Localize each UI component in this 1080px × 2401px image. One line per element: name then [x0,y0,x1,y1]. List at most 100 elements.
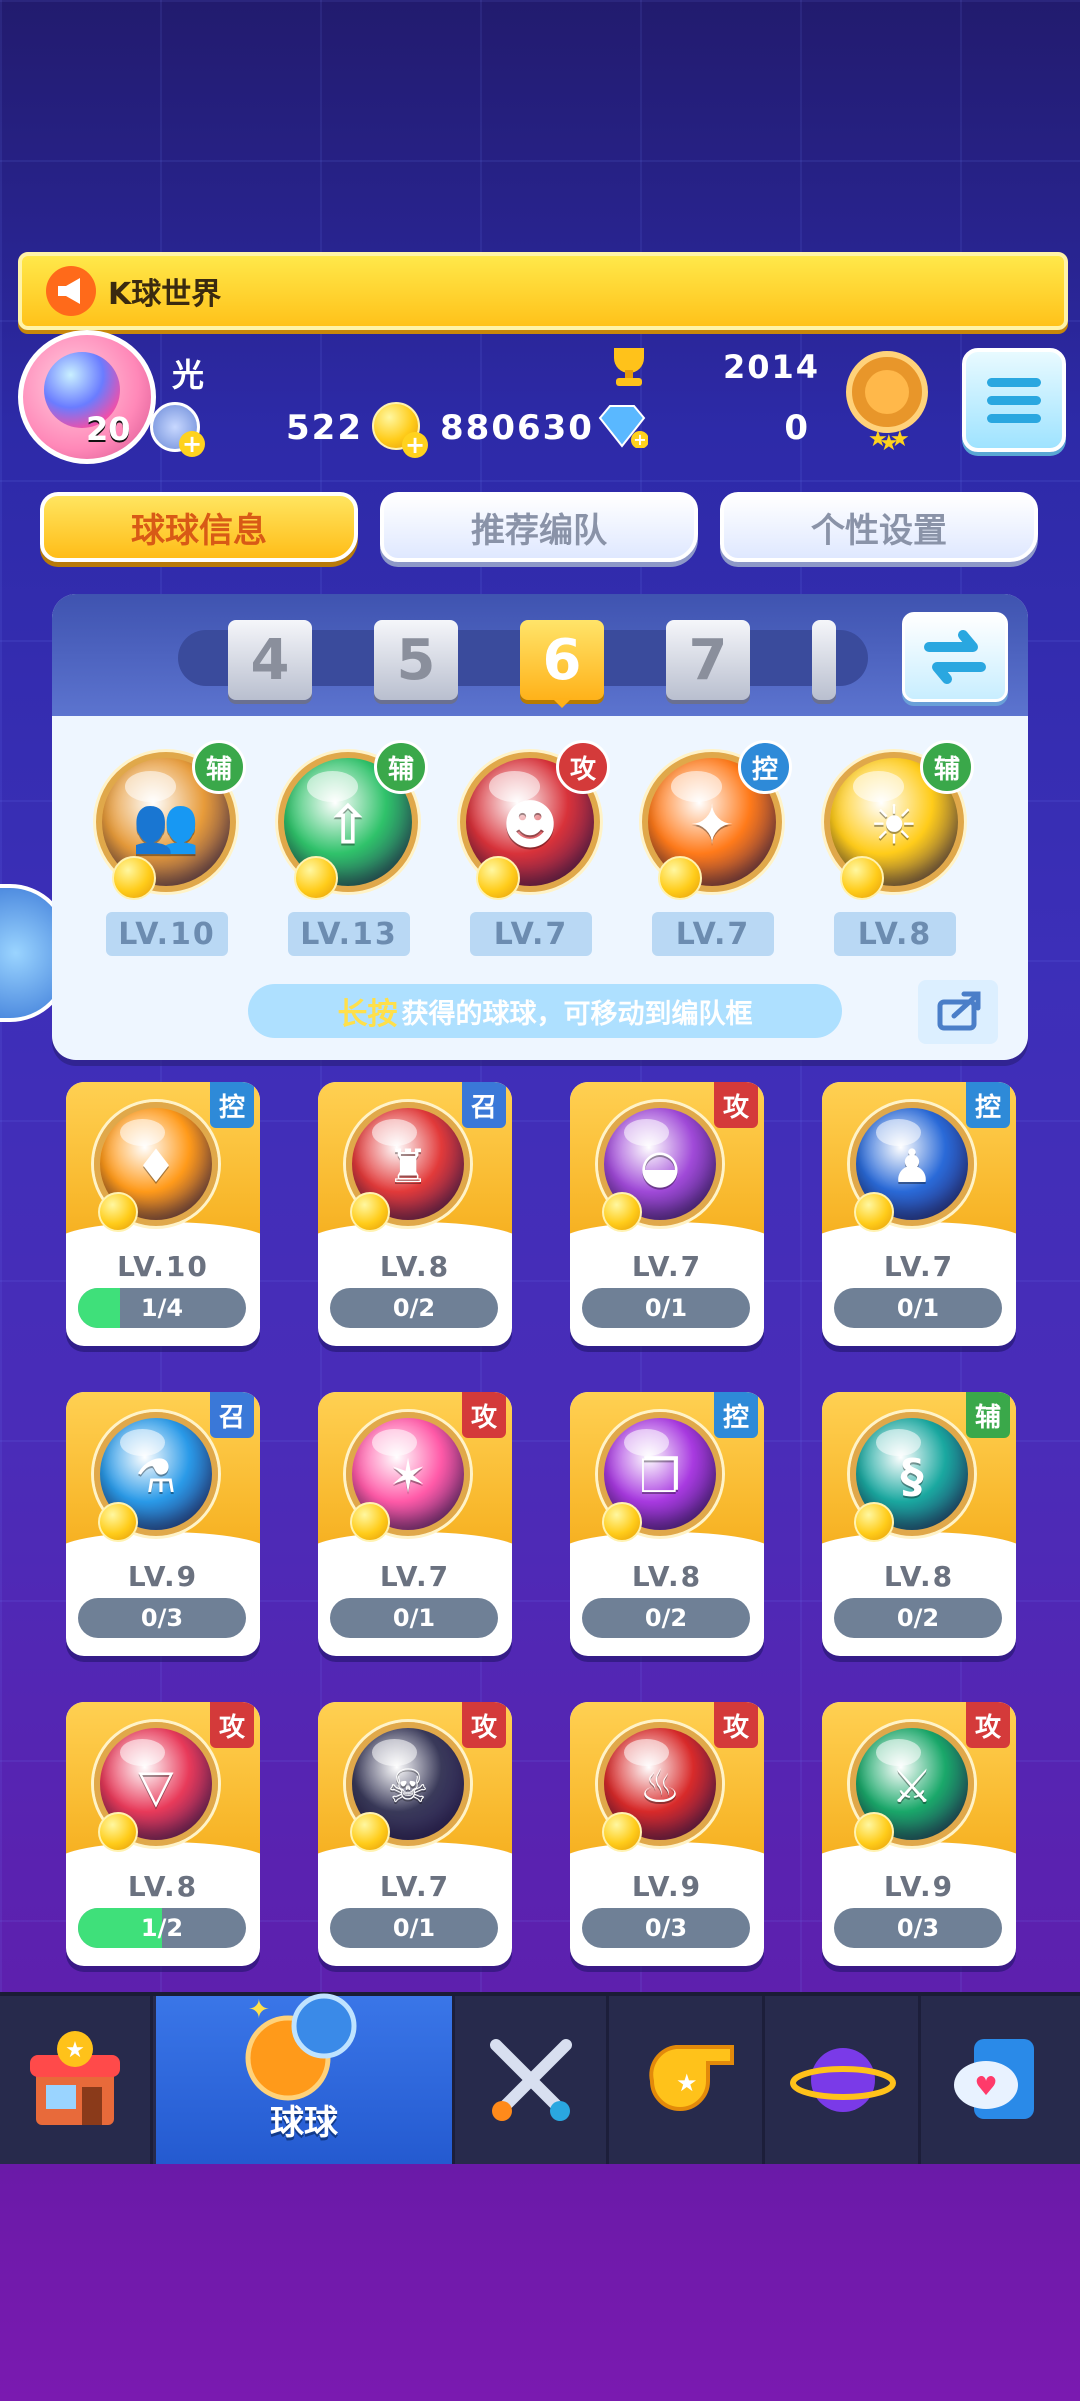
ball-level: LV.9 [883,1870,955,1903]
diamond-icon[interactable]: + [596,404,648,448]
megaphone-icon [46,266,96,316]
upgrade-progress: 0/1 [330,1598,498,1638]
team-ball-level: LV.7 [652,912,774,956]
nav-balls[interactable]: ✦ 球球 [156,1993,455,2164]
coin-icon [350,1192,390,1232]
ball-type-tag: 辅 [374,740,428,794]
upgrade-progress-text: 0/2 [896,1604,940,1632]
upgrade-progress: 0/2 [834,1598,1002,1638]
drag-tip: 长按 获得的球球，可移动到编队框 [248,984,842,1038]
nav-battle[interactable] [456,1996,609,2164]
upgrade-progress: 0/1 [834,1288,1002,1328]
upgrade-progress-text: 0/1 [392,1604,436,1632]
tab-personal-settings[interactable]: 个性设置 [720,492,1038,562]
tab-recommended-team[interactable]: 推荐编队 [380,492,698,562]
announcement-banner[interactable]: K球世界 [18,252,1068,330]
ball-card[interactable]: 召 ⚗ LV.9 0/3 [66,1392,260,1656]
team-ball-5[interactable]: ☀ 辅 [820,740,974,900]
chat-heart-icon: ♥ [954,2039,1034,2119]
ball-level: LV.9 [631,1870,703,1903]
phoenix-icon: ♨ [639,1759,681,1814]
tip-highlight: 长按 [337,997,398,1032]
team-slot-6[interactable]: 6 [520,620,604,708]
ball-level: LV.9 [127,1560,199,1593]
share-icon [937,991,981,1031]
rank-badge-icon[interactable]: ★ ★ ★ [842,346,932,456]
swap-team-button[interactable] [902,612,1008,702]
player-avatar[interactable] [6,322,156,464]
player-level: 20 [86,410,131,448]
ball-type-tag: 攻 [556,740,610,794]
ball-level: LV.7 [379,1870,451,1903]
nav-shop[interactable]: ★ [0,1996,153,2164]
arrow-up-icon: ⇧ [325,793,371,857]
bottom-nav: ★ ✦ 球球 ★ ♥ [0,1992,1080,2164]
ball-card[interactable]: 攻 ⚔ LV.9 0/3 [822,1702,1016,1966]
upgrade-progress-text: 1/2 [140,1914,184,1942]
share-button[interactable] [918,980,998,1044]
ball-card[interactable]: 召 ♜ LV.8 0/2 [318,1082,512,1346]
ball-card[interactable]: 攻 ◒ LV.7 0/1 [570,1082,764,1346]
nav-planet[interactable] [768,1996,921,2164]
coin-icon [98,1192,138,1232]
upgrade-progress-text: 1/4 [140,1294,184,1322]
hero-icon: ♟ [891,1139,933,1194]
exp-add-button[interactable]: + [150,402,205,457]
team-ball-2[interactable]: ⇧ 辅 [274,740,428,900]
crystal-icon: ✶ [388,1449,428,1504]
ball-level: LV.7 [883,1250,955,1283]
venom-icon: ☠ [387,1759,429,1814]
ball-card[interactable]: 攻 ✶ LV.7 0/1 [318,1392,512,1656]
upgrade-progress: 0/1 [330,1908,498,1948]
team-slot-5[interactable]: 5 [374,620,458,700]
ball-level: LV.10 [117,1250,209,1283]
ball-card[interactable]: 攻 ♨ LV.9 0/3 [570,1702,764,1966]
upgrade-progress: 0/2 [582,1598,750,1638]
team-slot-7[interactable]: 7 [666,620,750,700]
team-slot-more[interactable] [812,620,836,700]
ball-card[interactable]: 攻 ☠ LV.7 0/1 [318,1702,512,1966]
player-name: 光 [172,356,205,394]
ball-level: LV.8 [127,1870,199,1903]
coin-icon [98,1502,138,1542]
nav-balls-label: 球球 [270,2103,338,2143]
upgrade-progress-text: 0/1 [896,1294,940,1322]
ball-level: LV.8 [379,1250,451,1283]
potion-icon: ⚗ [135,1449,177,1504]
coin-icon [602,1812,642,1852]
bottom-background [0,2164,1080,2401]
menu-button[interactable] [962,348,1066,452]
coin-count: 522 [286,408,363,448]
ball-level: LV.8 [883,1560,955,1593]
team-ball-4[interactable]: ✦ 控 [638,740,792,900]
coin-icon[interactable]: + [372,402,428,458]
svg-text:✦: ✦ [248,1995,270,2025]
team-panel: 4 5 6 7 👥 辅 LV.10 ⇧ 辅 LV.13 ☻ 攻 LV.7 ✦ 控 LV.7 ☀ 辅 LV.8… [52,594,1028,1060]
coin-icon [854,1192,894,1232]
coin-icon [476,856,520,900]
team-ball-level: LV.7 [470,912,592,956]
team-ball-3[interactable]: ☻ 攻 [456,740,610,900]
ball-card[interactable]: 控 ♟ LV.7 0/1 [822,1082,1016,1346]
shop-icon: ★ [30,2031,120,2125]
team-slot-4[interactable]: 4 [228,620,312,700]
prism-icon: ▽ [138,1759,174,1814]
star-burst-icon: ✦ [689,793,735,857]
nav-whistle[interactable]: ★ [612,1996,765,2164]
upgrade-progress-text: 0/1 [644,1294,688,1322]
nav-social[interactable]: ♥ [924,1996,1074,2164]
ball-card[interactable]: 辅 § LV.8 0/2 [822,1392,1016,1656]
ball-card[interactable]: 控 ♦ LV.10 1/4 [66,1082,260,1346]
upgrade-progress: 0/1 [582,1288,750,1328]
team-ball-level: LV.10 [106,912,228,956]
upgrade-progress-text: 0/2 [644,1604,688,1632]
coin-icon [602,1502,642,1542]
svg-text:★: ★ [676,2069,698,2097]
tab-ball-info[interactable]: 球球信息 [40,492,358,562]
coin-icon [350,1502,390,1542]
trophy-icon [614,348,644,386]
ball-card[interactable]: 控 ❐ LV.8 0/2 [570,1392,764,1656]
team-ball-1[interactable]: 👥 辅 [92,740,246,900]
wings-icon: ♦ [135,1139,177,1194]
ball-card[interactable]: 攻 ▽ LV.8 1/2 [66,1702,260,1966]
